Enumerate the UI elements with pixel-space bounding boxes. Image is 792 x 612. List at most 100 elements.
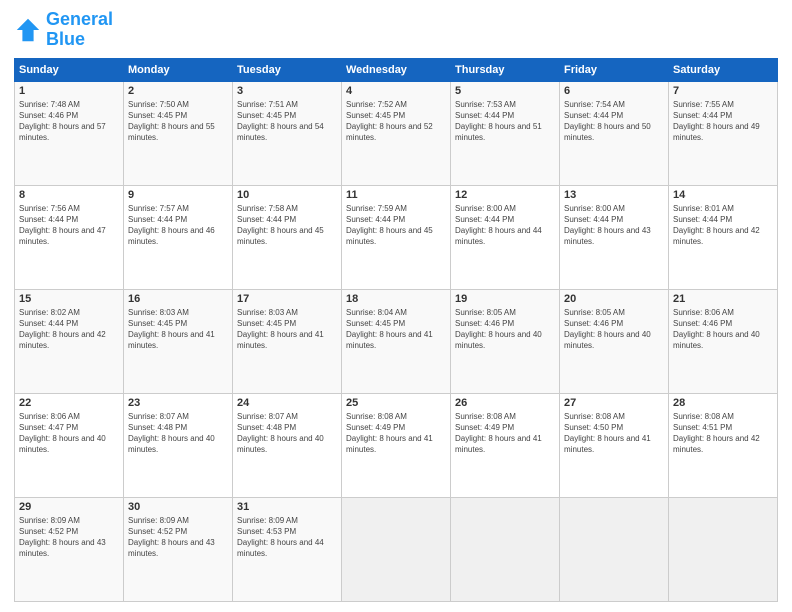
day-number: 12 [455, 189, 555, 201]
day-detail: Sunrise: 7:48 AM Sunset: 4:46 PM Dayligh… [19, 99, 119, 144]
day-number: 4 [346, 85, 446, 97]
day-number: 17 [237, 293, 337, 305]
day-detail: Sunrise: 8:08 AM Sunset: 4:50 PM Dayligh… [564, 411, 664, 456]
day-number: 10 [237, 189, 337, 201]
weekday-header-friday: Friday [560, 58, 669, 81]
calendar-cell: 10 Sunrise: 7:58 AM Sunset: 4:44 PM Dayl… [233, 185, 342, 289]
day-number: 26 [455, 397, 555, 409]
calendar-cell: 14 Sunrise: 8:01 AM Sunset: 4:44 PM Dayl… [669, 185, 778, 289]
calendar-cell: 5 Sunrise: 7:53 AM Sunset: 4:44 PM Dayli… [451, 81, 560, 185]
calendar-cell: 28 Sunrise: 8:08 AM Sunset: 4:51 PM Dayl… [669, 393, 778, 497]
day-number: 7 [673, 85, 773, 97]
calendar-cell: 27 Sunrise: 8:08 AM Sunset: 4:50 PM Dayl… [560, 393, 669, 497]
day-detail: Sunrise: 7:55 AM Sunset: 4:44 PM Dayligh… [673, 99, 773, 144]
day-detail: Sunrise: 8:06 AM Sunset: 4:46 PM Dayligh… [673, 307, 773, 352]
calendar-cell: 3 Sunrise: 7:51 AM Sunset: 4:45 PM Dayli… [233, 81, 342, 185]
day-detail: Sunrise: 7:54 AM Sunset: 4:44 PM Dayligh… [564, 99, 664, 144]
day-detail: Sunrise: 8:02 AM Sunset: 4:44 PM Dayligh… [19, 307, 119, 352]
weekday-header-saturday: Saturday [669, 58, 778, 81]
day-detail: Sunrise: 7:53 AM Sunset: 4:44 PM Dayligh… [455, 99, 555, 144]
day-detail: Sunrise: 8:01 AM Sunset: 4:44 PM Dayligh… [673, 203, 773, 248]
day-detail: Sunrise: 8:05 AM Sunset: 4:46 PM Dayligh… [455, 307, 555, 352]
calendar-cell: 4 Sunrise: 7:52 AM Sunset: 4:45 PM Dayli… [342, 81, 451, 185]
calendar-cell: 12 Sunrise: 8:00 AM Sunset: 4:44 PM Dayl… [451, 185, 560, 289]
day-detail: Sunrise: 8:03 AM Sunset: 4:45 PM Dayligh… [128, 307, 228, 352]
weekday-header-thursday: Thursday [451, 58, 560, 81]
day-number: 20 [564, 293, 664, 305]
day-detail: Sunrise: 7:52 AM Sunset: 4:45 PM Dayligh… [346, 99, 446, 144]
calendar-cell: 11 Sunrise: 7:59 AM Sunset: 4:44 PM Dayl… [342, 185, 451, 289]
day-detail: Sunrise: 7:51 AM Sunset: 4:45 PM Dayligh… [237, 99, 337, 144]
header: General Blue [14, 10, 778, 50]
calendar-cell: 21 Sunrise: 8:06 AM Sunset: 4:46 PM Dayl… [669, 289, 778, 393]
calendar-cell: 8 Sunrise: 7:56 AM Sunset: 4:44 PM Dayli… [15, 185, 124, 289]
calendar-cell: 6 Sunrise: 7:54 AM Sunset: 4:44 PM Dayli… [560, 81, 669, 185]
weekday-header-tuesday: Tuesday [233, 58, 342, 81]
day-detail: Sunrise: 8:09 AM Sunset: 4:52 PM Dayligh… [19, 515, 119, 560]
calendar-cell [342, 497, 451, 601]
day-number: 31 [237, 501, 337, 513]
calendar-cell: 15 Sunrise: 8:02 AM Sunset: 4:44 PM Dayl… [15, 289, 124, 393]
day-number: 5 [455, 85, 555, 97]
day-detail: Sunrise: 7:59 AM Sunset: 4:44 PM Dayligh… [346, 203, 446, 248]
day-detail: Sunrise: 8:06 AM Sunset: 4:47 PM Dayligh… [19, 411, 119, 456]
day-number: 21 [673, 293, 773, 305]
day-number: 19 [455, 293, 555, 305]
calendar-cell: 26 Sunrise: 8:08 AM Sunset: 4:49 PM Dayl… [451, 393, 560, 497]
day-number: 2 [128, 85, 228, 97]
day-number: 8 [19, 189, 119, 201]
day-detail: Sunrise: 7:50 AM Sunset: 4:45 PM Dayligh… [128, 99, 228, 144]
day-number: 22 [19, 397, 119, 409]
day-number: 13 [564, 189, 664, 201]
day-number: 27 [564, 397, 664, 409]
day-number: 28 [673, 397, 773, 409]
day-detail: Sunrise: 8:07 AM Sunset: 4:48 PM Dayligh… [128, 411, 228, 456]
calendar-cell [669, 497, 778, 601]
day-detail: Sunrise: 8:09 AM Sunset: 4:52 PM Dayligh… [128, 515, 228, 560]
day-number: 15 [19, 293, 119, 305]
logo-text: General Blue [46, 10, 113, 50]
day-number: 30 [128, 501, 228, 513]
calendar-cell [560, 497, 669, 601]
day-detail: Sunrise: 8:07 AM Sunset: 4:48 PM Dayligh… [237, 411, 337, 456]
calendar-cell: 31 Sunrise: 8:09 AM Sunset: 4:53 PM Dayl… [233, 497, 342, 601]
calendar-cell: 19 Sunrise: 8:05 AM Sunset: 4:46 PM Dayl… [451, 289, 560, 393]
day-number: 6 [564, 85, 664, 97]
calendar-cell: 9 Sunrise: 7:57 AM Sunset: 4:44 PM Dayli… [124, 185, 233, 289]
calendar-cell: 1 Sunrise: 7:48 AM Sunset: 4:46 PM Dayli… [15, 81, 124, 185]
calendar-table: SundayMondayTuesdayWednesdayThursdayFrid… [14, 58, 778, 602]
day-detail: Sunrise: 8:00 AM Sunset: 4:44 PM Dayligh… [455, 203, 555, 248]
calendar-cell: 13 Sunrise: 8:00 AM Sunset: 4:44 PM Dayl… [560, 185, 669, 289]
page: General Blue SundayMondayTuesdayWednesda… [0, 0, 792, 612]
day-number: 18 [346, 293, 446, 305]
day-detail: Sunrise: 7:57 AM Sunset: 4:44 PM Dayligh… [128, 203, 228, 248]
day-detail: Sunrise: 8:00 AM Sunset: 4:44 PM Dayligh… [564, 203, 664, 248]
weekday-header-monday: Monday [124, 58, 233, 81]
day-detail: Sunrise: 8:09 AM Sunset: 4:53 PM Dayligh… [237, 515, 337, 560]
calendar-cell: 25 Sunrise: 8:08 AM Sunset: 4:49 PM Dayl… [342, 393, 451, 497]
day-detail: Sunrise: 8:08 AM Sunset: 4:49 PM Dayligh… [455, 411, 555, 456]
day-detail: Sunrise: 7:56 AM Sunset: 4:44 PM Dayligh… [19, 203, 119, 248]
day-number: 9 [128, 189, 228, 201]
logo: General Blue [14, 10, 113, 50]
day-detail: Sunrise: 7:58 AM Sunset: 4:44 PM Dayligh… [237, 203, 337, 248]
calendar-cell: 23 Sunrise: 8:07 AM Sunset: 4:48 PM Dayl… [124, 393, 233, 497]
day-number: 16 [128, 293, 228, 305]
calendar-cell: 24 Sunrise: 8:07 AM Sunset: 4:48 PM Dayl… [233, 393, 342, 497]
day-detail: Sunrise: 8:08 AM Sunset: 4:49 PM Dayligh… [346, 411, 446, 456]
calendar-cell: 30 Sunrise: 8:09 AM Sunset: 4:52 PM Dayl… [124, 497, 233, 601]
day-detail: Sunrise: 8:03 AM Sunset: 4:45 PM Dayligh… [237, 307, 337, 352]
day-number: 24 [237, 397, 337, 409]
day-number: 14 [673, 189, 773, 201]
day-detail: Sunrise: 8:04 AM Sunset: 4:45 PM Dayligh… [346, 307, 446, 352]
calendar-cell: 7 Sunrise: 7:55 AM Sunset: 4:44 PM Dayli… [669, 81, 778, 185]
calendar-cell [451, 497, 560, 601]
day-detail: Sunrise: 8:08 AM Sunset: 4:51 PM Dayligh… [673, 411, 773, 456]
weekday-header-wednesday: Wednesday [342, 58, 451, 81]
weekday-header-sunday: Sunday [15, 58, 124, 81]
day-number: 3 [237, 85, 337, 97]
day-number: 1 [19, 85, 119, 97]
day-detail: Sunrise: 8:05 AM Sunset: 4:46 PM Dayligh… [564, 307, 664, 352]
calendar-cell: 2 Sunrise: 7:50 AM Sunset: 4:45 PM Dayli… [124, 81, 233, 185]
day-number: 25 [346, 397, 446, 409]
